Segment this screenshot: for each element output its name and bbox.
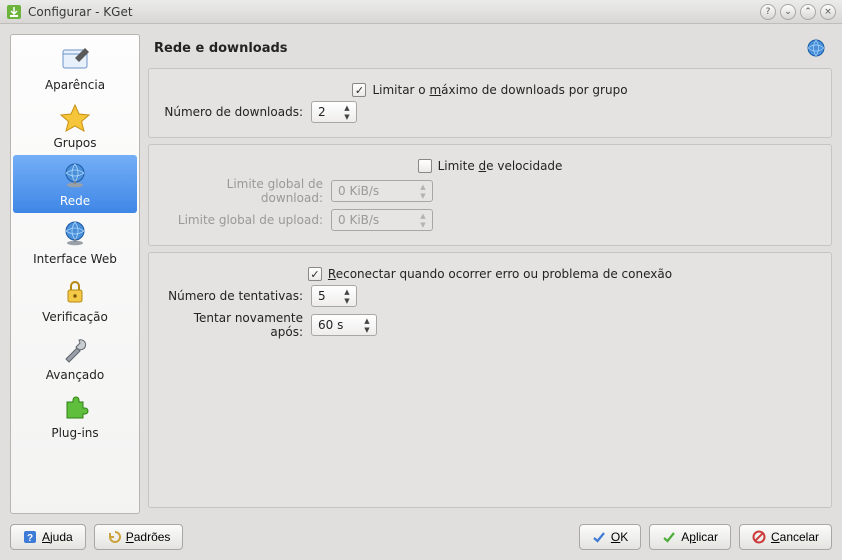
chevron-down-icon: ▼ [417,191,429,200]
maximize-window-button[interactable]: ⌃ [800,4,816,20]
panel-downloads: Limitar o máximo de downloads por grupo … [148,68,832,138]
speed-limit-checkbox[interactable]: Limite de velocidade [418,159,563,173]
sidebar-item-label: Grupos [53,136,96,150]
window-title: Configurar - KGet [28,5,760,19]
help-window-button[interactable]: ? [760,4,776,20]
globe-icon [59,160,91,192]
sidebar-item-label: Verificação [42,310,108,324]
global-download-label: Limite global de download: [161,177,331,205]
checkbox-box [352,83,366,97]
retries-label: Número de tentativas: [161,289,311,303]
globe-icon [59,218,91,250]
apply-button[interactable]: Aplicar [649,524,731,550]
checkbox-label: Limitar o máximo de downloads por grupo [372,83,627,97]
retries-spinbox[interactable]: 5 ▲▼ [311,285,357,307]
sidebar-item-label: Interface Web [33,252,117,266]
globe-icon [806,38,826,58]
ok-icon [592,530,606,544]
retry-after-spinbox[interactable]: 60 s ▲▼ [311,314,377,336]
sidebar-item-network[interactable]: Rede [13,155,137,213]
spin-value: 2 [318,105,326,119]
reconnect-checkbox[interactable]: Reconectar quando ocorrer erro ou proble… [308,267,672,281]
retry-after-label: Tentar novamente após: [161,311,311,339]
sidebar-item-appearance[interactable]: Aparência [13,39,137,97]
close-window-button[interactable]: × [820,4,836,20]
minimize-window-button[interactable]: ⌄ [780,4,796,20]
ok-button[interactable]: OK [579,524,641,550]
chevron-up-icon: ▲ [417,211,429,220]
star-icon [59,102,91,134]
main-area: Aparência Grupos Rede Interface Web [10,34,832,514]
num-downloads-spinbox[interactable]: 2 ▲▼ [311,101,357,123]
sidebar-item-plugins[interactable]: Plug-ins [13,387,137,445]
sidebar-item-label: Avançado [46,368,104,382]
spin-value: 5 [318,289,326,303]
tools-icon [59,334,91,366]
puzzle-icon [59,392,91,424]
global-upload-spinbox: 0 KiB/s ▲▼ [331,209,433,231]
titlebar: Configurar - KGet ? ⌄ ⌃ × [0,0,842,24]
window-buttons: ? ⌄ ⌃ × [760,4,836,20]
revert-icon [107,530,121,544]
spin-value: 0 KiB/s [338,213,379,227]
checkbox-label: Reconectar quando ocorrer erro ou proble… [328,267,672,281]
defaults-button[interactable]: Padrões [94,524,184,550]
spin-value: 0 KiB/s [338,184,379,198]
sidebar-item-verification[interactable]: Verificação [13,271,137,329]
content-header: Rede e downloads [148,34,832,68]
sidebar-item-web-interface[interactable]: Interface Web [13,213,137,271]
limit-downloads-checkbox[interactable]: Limitar o máximo de downloads por grupo [352,83,627,97]
chevron-down-icon[interactable]: ▼ [361,325,373,334]
appearance-icon [59,44,91,76]
content-pane: Rede e downloads Limitar o máximo de dow… [148,34,832,514]
chevron-down-icon[interactable]: ▼ [341,296,353,305]
sidebar-item-label: Aparência [45,78,105,92]
sidebar-item-groups[interactable]: Grupos [13,97,137,155]
apply-icon [662,530,676,544]
chevron-up-icon[interactable]: ▲ [341,287,353,296]
panel-reconnect: Reconectar quando ocorrer erro ou proble… [148,252,832,508]
app-icon [6,4,22,20]
lock-icon [59,276,91,308]
page-title: Rede e downloads [154,41,806,56]
help-button[interactable]: ? Ajuda [10,524,86,550]
checkbox-box [308,267,322,281]
chevron-down-icon[interactable]: ▼ [341,112,353,121]
chevron-up-icon[interactable]: ▲ [341,103,353,112]
sidebar: Aparência Grupos Rede Interface Web [10,34,140,514]
chevron-up-icon: ▲ [417,182,429,191]
sidebar-item-label: Plug-ins [51,426,98,440]
global-download-spinbox: 0 KiB/s ▲▼ [331,180,433,202]
num-downloads-label: Número de downloads: [161,105,311,119]
cancel-button[interactable]: Cancelar [739,524,832,550]
checkbox-box [418,159,432,173]
window-body: Aparência Grupos Rede Interface Web [0,24,842,560]
chevron-up-icon[interactable]: ▲ [361,316,373,325]
sidebar-item-advanced[interactable]: Avançado [13,329,137,387]
help-icon: ? [23,530,37,544]
global-upload-label: Limite global de upload: [161,213,331,227]
chevron-down-icon: ▼ [417,220,429,229]
button-bar: ? Ajuda Padrões OK Aplicar Cancelar [10,514,832,550]
cancel-icon [752,530,766,544]
spin-value: 60 s [318,318,343,332]
svg-text:?: ? [27,533,33,544]
panel-speed: Limite de velocidade Limite global de do… [148,144,832,246]
checkbox-label: Limite de velocidade [438,159,563,173]
sidebar-item-label: Rede [60,194,90,208]
